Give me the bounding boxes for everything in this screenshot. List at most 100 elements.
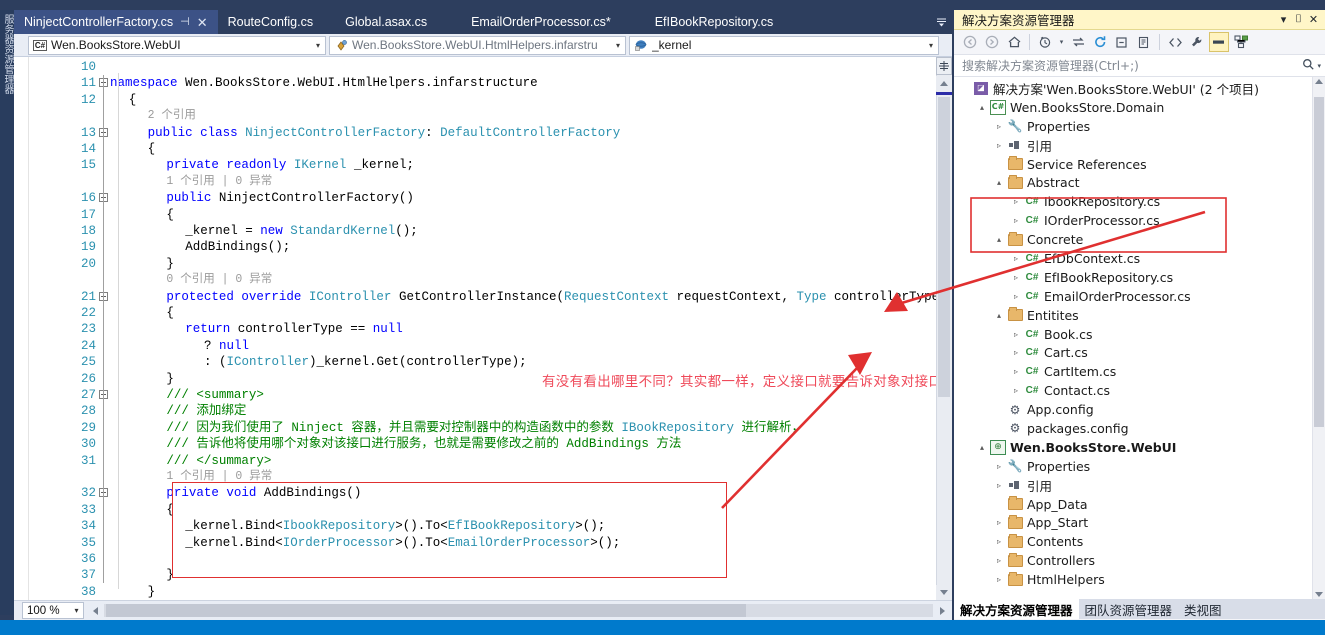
chevron-down-icon[interactable]: ▾	[70, 606, 83, 615]
editor-split-button[interactable]	[936, 57, 952, 75]
tree-item[interactable]: ▹ 引用	[954, 476, 1325, 495]
tree-item[interactable]: ⚙ App.config	[954, 400, 1325, 419]
codelens-hint[interactable]: 1 个引用 | 0 异常	[14, 174, 952, 190]
chevron-collapsed-icon[interactable]: ▹	[1009, 386, 1023, 395]
chevron-collapsed-icon[interactable]: ▹	[1009, 254, 1023, 263]
tree-item[interactable]: ▹ 🔧 Properties	[954, 117, 1325, 136]
show-all-files-icon[interactable]	[1134, 32, 1154, 52]
close-icon[interactable]: ✕	[1306, 13, 1321, 26]
hscroll-thumb[interactable]	[106, 604, 746, 617]
tree-item[interactable]: Service References	[954, 155, 1325, 174]
codelens-hint[interactable]: 2 个引用	[14, 108, 952, 124]
chevron-down-icon[interactable]: ▾	[924, 41, 938, 50]
chevron-down-icon[interactable]: ▾	[1057, 32, 1066, 52]
tree-item[interactable]: ▹ C# CartItem.cs	[954, 362, 1325, 381]
tree-item[interactable]: ▴ C# Wen.BooksStore.Domain	[954, 98, 1325, 117]
editor-tab-efibookrepository[interactable]: EfIBookRepository.cs	[633, 10, 796, 34]
tree-item[interactable]: ▴ Abstract	[954, 173, 1325, 192]
tab-team-explorer[interactable]: 团队资源管理器	[1079, 599, 1179, 619]
tree-item[interactable]: ▹ Controllers	[954, 551, 1325, 570]
editor-tab-globalasax[interactable]: Global.asax.cs	[323, 10, 449, 34]
tree-item[interactable]: ▹ C# IOrderProcessor.cs	[954, 211, 1325, 230]
chevron-collapsed-icon[interactable]: ▹	[1009, 292, 1023, 301]
codelens-hint[interactable]: 0 个引用 | 0 异常	[14, 272, 952, 288]
tree-item[interactable]: ▹ 🔧 Properties	[954, 457, 1325, 476]
chevron-collapsed-icon[interactable]: ▹	[992, 556, 1006, 565]
codelens-hint[interactable]: 1 个引用 | 0 异常	[14, 469, 952, 485]
chevron-collapsed-icon[interactable]: ▹	[992, 141, 1006, 150]
scroll-thumb[interactable]	[1314, 97, 1324, 427]
pending-changes-icon[interactable]	[1035, 32, 1055, 52]
chevron-expanded-icon[interactable]: ▴	[992, 311, 1006, 320]
view-code-icon[interactable]	[1165, 32, 1185, 52]
editor-vertical-scrollbar[interactable]	[936, 57, 952, 600]
tree-item[interactable]: ▹ C# IbookRepository.cs	[954, 192, 1325, 211]
home-icon[interactable]	[1004, 32, 1024, 52]
tree-item[interactable]: ▹ C# Book.cs	[954, 325, 1325, 344]
scroll-up-button[interactable]	[1315, 79, 1323, 84]
code-editor[interactable]: 10 11 namespace Wen.BooksStore.WebUI.HtmlH…	[14, 57, 952, 600]
project-dropdown[interactable]: C# Wen.BooksStore.WebUI ▾	[28, 35, 326, 55]
tab-solution-explorer[interactable]: 解决方案资源管理器	[954, 599, 1079, 619]
hscroll-left-button[interactable]	[87, 603, 103, 619]
tab-overflow-icon[interactable]	[930, 10, 952, 34]
pin-icon[interactable]: ⊣	[180, 16, 190, 28]
tree-item[interactable]: ▴ Concrete	[954, 230, 1325, 249]
search-dropdown-icon[interactable]: ▾	[1317, 62, 1321, 70]
tree-item[interactable]: ▹ App_Start	[954, 513, 1325, 532]
chevron-expanded-icon[interactable]: ▴	[992, 235, 1006, 244]
chevron-collapsed-icon[interactable]: ▹	[992, 537, 1006, 546]
back-icon[interactable]	[960, 32, 980, 52]
chevron-collapsed-icon[interactable]: ▹	[992, 122, 1006, 131]
tree-item[interactable]: ▹ C# Cart.cs	[954, 343, 1325, 362]
editor-tab-emailorderprocessor[interactable]: EmailOrderProcessor.cs*	[449, 10, 633, 34]
scroll-down-button[interactable]	[936, 585, 952, 600]
search-input[interactable]: 搜索解决方案资源管理器(Ctrl+;)	[962, 57, 1302, 74]
scroll-thumb[interactable]	[938, 97, 950, 397]
chevron-collapsed-icon[interactable]: ▹	[992, 481, 1006, 490]
chevron-collapsed-icon[interactable]: ▹	[1009, 197, 1023, 206]
chevron-collapsed-icon[interactable]: ▹	[992, 462, 1006, 471]
scroll-up-button[interactable]	[936, 76, 952, 91]
editor-tab-routeconfig[interactable]: RouteConfig.cs	[218, 10, 323, 34]
tree-item[interactable]: ▴ ⊕ Wen.BooksStore.WebUI	[954, 438, 1325, 457]
refresh-icon[interactable]	[1090, 32, 1110, 52]
class-diagram-icon[interactable]	[1231, 32, 1251, 52]
chevron-down-icon[interactable]: ▾	[311, 41, 325, 50]
search-icon[interactable]	[1302, 58, 1315, 74]
chevron-expanded-icon[interactable]: ▴	[975, 103, 989, 112]
member-dropdown[interactable]: _kernel ▾	[629, 35, 939, 55]
scroll-down-button[interactable]	[1315, 592, 1323, 597]
tree-item[interactable]: ▹ Contents	[954, 532, 1325, 551]
tree-item[interactable]: ▴ Entitites	[954, 306, 1325, 325]
tree-item[interactable]: ▹ C# Contact.cs	[954, 381, 1325, 400]
chevron-down-icon[interactable]: ▾	[611, 41, 625, 50]
solution-tree[interactable]: ◪ 解决方案'Wen.BooksStore.WebUI' (2 个项目) ▴ C# We…	[954, 77, 1325, 599]
chevron-expanded-icon[interactable]: ▴	[975, 443, 989, 452]
chevron-collapsed-icon[interactable]: ▹	[1009, 216, 1023, 225]
collapse-all-icon[interactable]	[1112, 32, 1132, 52]
forward-icon[interactable]	[982, 32, 1002, 52]
code-text-area[interactable]: 10 11 namespace Wen.BooksStore.WebUI.HtmlH…	[14, 57, 952, 600]
tree-item[interactable]: ▹ HtmlHelpers	[954, 570, 1325, 589]
chevron-collapsed-icon[interactable]: ▹	[1009, 330, 1023, 339]
tree-item[interactable]: ▹ 引用	[954, 136, 1325, 155]
solution-tree-scrollbar[interactable]	[1312, 77, 1325, 599]
type-dropdown[interactable]: Wen.BooksStore.WebUI.HtmlHelpers.infarst…	[329, 35, 626, 55]
chevron-collapsed-icon[interactable]: ▹	[992, 575, 1006, 584]
zoom-level-dropdown[interactable]: 100 % ▾	[22, 602, 84, 619]
preview-selected-icon[interactable]	[1209, 32, 1229, 52]
tree-item[interactable]: ▹ C# EmailOrderProcessor.cs	[954, 287, 1325, 306]
sync-icon[interactable]	[1068, 32, 1088, 52]
hscroll-right-button[interactable]	[934, 603, 950, 619]
chevron-collapsed-icon[interactable]: ▹	[1009, 367, 1023, 376]
tree-item[interactable]: ⚙ packages.config	[954, 419, 1325, 438]
chevron-expanded-icon[interactable]: ▴	[992, 178, 1006, 187]
server-explorer-dock[interactable]: 服务器资源管理器	[0, 10, 15, 615]
panel-menu-icon[interactable]: ▾	[1276, 13, 1291, 26]
solution-explorer-search[interactable]: 搜索解决方案资源管理器(Ctrl+;) ▾	[954, 55, 1325, 77]
chevron-collapsed-icon[interactable]: ▹	[992, 518, 1006, 527]
chevron-collapsed-icon[interactable]: ▹	[1009, 348, 1023, 357]
close-icon[interactable]: ✕	[197, 16, 208, 29]
tree-item[interactable]: App_Data	[954, 495, 1325, 514]
